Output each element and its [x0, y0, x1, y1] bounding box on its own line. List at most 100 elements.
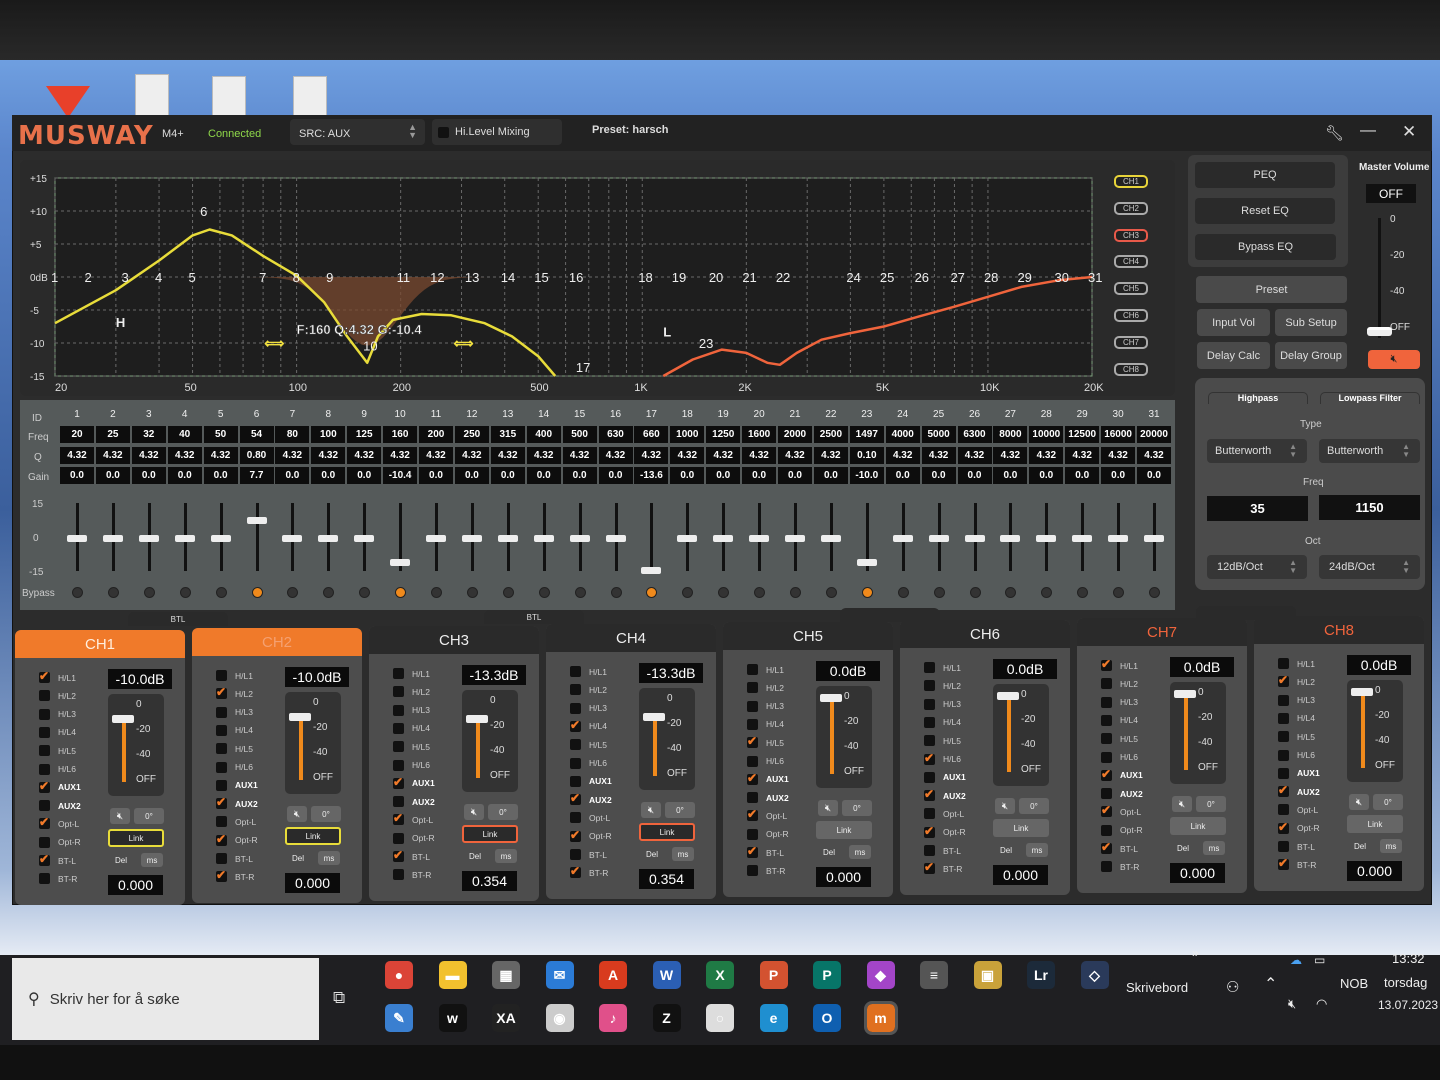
taskbar-overflow-button[interactable]: » — [1192, 946, 1199, 960]
band-bypass-toggle[interactable] — [825, 587, 837, 598]
band-marker[interactable]: 20 — [709, 270, 723, 285]
input-route-checkbox[interactable] — [747, 755, 758, 767]
input-route-row[interactable]: H/L2 — [1278, 673, 1315, 688]
channel-title[interactable]: CH2 — [192, 628, 362, 656]
fader-knob[interactable] — [997, 692, 1019, 700]
channel-mute-icon[interactable]: 🔇︎ — [1349, 794, 1369, 810]
bypass-eq-button[interactable]: Bypass EQ — [1195, 234, 1336, 260]
input-route-checkbox[interactable] — [393, 704, 404, 716]
input-route-checkbox[interactable] — [39, 815, 50, 830]
band-q-input[interactable]: 4.32 — [1029, 447, 1064, 464]
channel-level-display[interactable]: -10.0dB — [108, 669, 172, 689]
input-route-row[interactable]: H/L4 — [1278, 712, 1315, 724]
sub-setup-button[interactable]: Sub Setup — [1275, 309, 1347, 336]
input-route-row[interactable]: BT-R — [39, 873, 77, 885]
input-route-row[interactable]: Opt-L — [1101, 803, 1141, 818]
input-route-checkbox[interactable] — [570, 812, 581, 824]
channel-level-display[interactable]: -13.3dB — [639, 663, 703, 683]
input-route-row[interactable]: H/L6 — [216, 761, 253, 773]
band-gain-slider[interactable] — [650, 503, 654, 571]
delay-value-input[interactable]: 0.354 — [639, 869, 694, 889]
band-freq-input[interactable]: 2000 — [778, 426, 812, 443]
input-route-row[interactable]: H/L1 — [216, 670, 253, 681]
band-gain-input[interactable]: 0.0 — [742, 467, 777, 484]
input-route-row[interactable]: H/L2 — [747, 682, 784, 694]
lightroom-icon[interactable]: Lr — [1027, 961, 1055, 989]
band-marker[interactable]: 3 — [122, 270, 129, 285]
channel-select-ch3[interactable]: CH3 — [1114, 228, 1148, 242]
channel-select-ch8[interactable]: CH8 — [1114, 362, 1148, 376]
input-route-row[interactable]: AUX1 — [39, 779, 81, 793]
input-route-checkbox[interactable] — [1278, 658, 1289, 669]
band-marker[interactable]: 26 — [915, 270, 929, 285]
input-route-checkbox[interactable] — [1278, 804, 1289, 816]
preset-button[interactable]: Preset — [1196, 276, 1347, 303]
input-route-row[interactable]: BT-L — [216, 853, 253, 864]
band-marker[interactable]: 24 — [846, 270, 860, 285]
input-route-row[interactable]: H/L1 — [924, 662, 961, 673]
input-route-row[interactable]: AUX1 — [393, 775, 435, 789]
channel-title[interactable]: CH1 — [15, 630, 185, 658]
input-route-row[interactable]: AUX1 — [747, 771, 789, 785]
phase-button[interactable]: 0° — [842, 800, 872, 816]
band-freq-input[interactable]: 1000 — [670, 426, 705, 443]
channel-title[interactable]: CH7 — [1077, 618, 1247, 646]
input-route-row[interactable]: BT-L — [570, 849, 607, 860]
publisher-icon[interactable]: P — [813, 961, 841, 989]
band-gain-slider-knob[interactable] — [820, 535, 841, 542]
input-route-row[interactable]: Opt-L — [1278, 804, 1318, 816]
phase-button[interactable]: 0° — [311, 806, 341, 822]
band-gain-input[interactable]: 0.0 — [993, 467, 1028, 484]
channel-level-display[interactable]: 0.0dB — [816, 661, 880, 681]
delay-unit-button[interactable]: ms — [495, 849, 517, 863]
input-route-checkbox[interactable] — [39, 873, 50, 885]
band-freq-input[interactable]: 160 — [383, 426, 418, 443]
band-marker[interactable]: 19 — [672, 270, 686, 285]
input-route-checkbox[interactable] — [1101, 733, 1112, 745]
input-route-row[interactable]: H/L2 — [393, 686, 430, 698]
highpass-freq-input[interactable]: 35 — [1207, 496, 1308, 521]
source-select[interactable]: SRC: AUX ▲ ▼ — [290, 119, 425, 145]
channel-select-ch1[interactable]: CH1 — [1114, 175, 1148, 188]
input-route-checkbox[interactable] — [216, 724, 227, 736]
band-gain-slider-knob[interactable] — [1144, 535, 1164, 542]
band-gain-input[interactable]: 0.0 — [813, 467, 848, 484]
reset-eq-button[interactable]: Reset EQ — [1195, 198, 1335, 224]
input-route-checkbox[interactable] — [570, 791, 581, 806]
input-route-checkbox[interactable] — [747, 844, 758, 858]
band-gain-input[interactable]: 0.0 — [670, 467, 705, 484]
phase-button[interactable]: 0° — [1373, 794, 1403, 810]
channel-level-fader[interactable]: 0 -20 -40 OFF — [462, 690, 518, 792]
input-route-checkbox[interactable] — [216, 816, 227, 828]
input-route-row[interactable]: AUX2 — [39, 800, 81, 812]
input-route-row[interactable]: H/L3 — [924, 698, 961, 710]
channel-title[interactable]: CH8 — [1254, 616, 1424, 644]
input-route-row[interactable]: BT-R — [570, 864, 608, 879]
band-freq-input[interactable]: 40 — [167, 426, 202, 443]
band-q-input[interactable]: 4.32 — [490, 447, 525, 464]
band-q-input[interactable]: 4.32 — [706, 447, 741, 464]
input-route-row[interactable]: H/L3 — [216, 706, 253, 718]
band-q-input[interactable]: 4.32 — [167, 447, 202, 464]
band-freq-input[interactable]: 315 — [490, 426, 525, 443]
input-route-row[interactable]: AUX1 — [1278, 767, 1320, 779]
band-gain-input[interactable]: 0.0 — [598, 467, 633, 484]
itunes-icon[interactable]: ♪ — [599, 1004, 627, 1032]
channel-mute-icon[interactable]: 🔇︎ — [1172, 796, 1192, 812]
battery-icon[interactable]: ▭ — [1314, 953, 1325, 967]
powerpoint-icon[interactable]: P — [759, 961, 788, 989]
band-gain-input[interactable]: 0.0 — [347, 467, 382, 484]
band-gain-input[interactable]: 7.7 — [239, 467, 274, 484]
input-route-row[interactable]: H/L5 — [570, 739, 607, 751]
band-q-input[interactable]: 4.32 — [562, 447, 597, 464]
input-route-checkbox[interactable] — [1278, 712, 1289, 724]
input-route-checkbox[interactable] — [1278, 694, 1289, 706]
channel-level-display[interactable]: 0.0dB — [993, 659, 1057, 679]
band-freq-input[interactable]: 400 — [526, 426, 561, 443]
band-bypass-toggle[interactable] — [431, 587, 442, 598]
delay-value-input[interactable]: 0.000 — [816, 867, 871, 887]
input-route-checkbox[interactable] — [570, 739, 581, 751]
channel-level-display[interactable]: 0.0dB — [1170, 657, 1234, 677]
input-route-row[interactable]: H/L3 — [570, 702, 607, 714]
input-route-row[interactable]: BT-R — [747, 865, 785, 877]
